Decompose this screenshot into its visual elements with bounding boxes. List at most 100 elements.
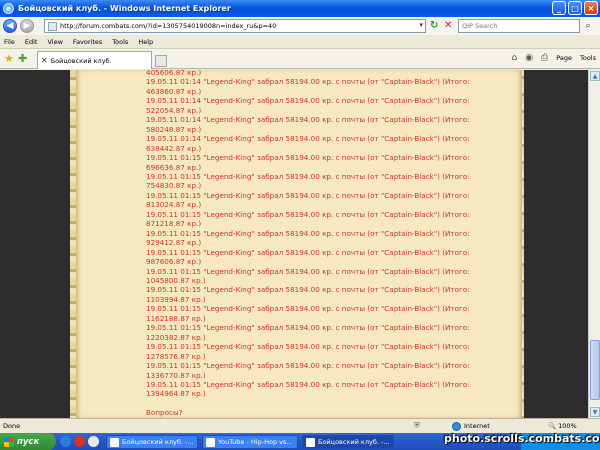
log-line: 19.05.11 01:15 "Legend-King" забрал 5819… (146, 361, 470, 371)
log-line: 19.05.11 01:15 "Legend-King" забрал 5819… (146, 247, 470, 257)
log-line: 871218.87 кр.) (146, 219, 202, 229)
address-field[interactable]: http://forum.combats.com/?id=13057540190… (44, 19, 426, 33)
maximize-icon[interactable]: □ (568, 1, 582, 15)
right-margin (524, 70, 588, 418)
log-line: 19.05.11 01:15 "Legend-King" забрал 5819… (146, 153, 470, 163)
taskbar-item-active[interactable]: Бойцовский клуб. -... (302, 435, 394, 449)
windows-logo-icon (4, 436, 14, 447)
back-arrow-icon[interactable]: ◀ (3, 19, 17, 33)
log-line: 1045800.87 кр.) (146, 275, 206, 285)
window-icon (306, 437, 315, 447)
page-menu-button[interactable]: Page (556, 54, 572, 62)
menu-bar: File Edit View Favorites Tools Help (0, 35, 600, 49)
chevron-down-icon[interactable]: ▾ (419, 21, 423, 29)
window-title: Бойцовский клуб. - Windows Internet Expl… (18, 4, 231, 13)
tab-active[interactable]: ✕ Бойцовский клуб. (37, 51, 167, 69)
vertical-scrollbar[interactable]: ▲ ▼ (588, 70, 600, 418)
log-line: 638442.87 кр.) (146, 143, 202, 153)
zoom-level: 100% (558, 422, 577, 430)
status-text: Done (3, 422, 21, 430)
log-line: 19.05.11 01:15 "Legend-King" забрал 5819… (146, 285, 470, 295)
quick-launch (60, 436, 99, 447)
tab-label: Бойцовский клуб. (50, 56, 112, 65)
feeds-icon[interactable]: ◉ (525, 53, 533, 63)
window-icon (110, 437, 119, 447)
add-favorite-icon[interactable]: ✚ (18, 52, 27, 65)
taskbar-item[interactable]: Бойцовский клуб. -... (106, 435, 198, 449)
log-line: 987606.87 кр.) (146, 257, 202, 267)
log-line: 754830.87 кр.) (146, 181, 202, 191)
start-label: пуск (17, 436, 40, 447)
log-line: 19.05.11 01:14 "Legend-King" забрал 5819… (146, 96, 470, 106)
menu-file[interactable]: File (4, 38, 15, 46)
tab-favicon-icon: ✕ (41, 56, 48, 65)
log-line: 1278576.87 кр.) (146, 351, 206, 361)
close-icon[interactable]: × (584, 1, 598, 15)
taskbar-item-label: YouTube - Hip-Hop vs... (218, 438, 293, 446)
parchment-panel: 405606.87 кр.) 19.05.11 01:14 "Legend-Kin… (70, 70, 528, 418)
page-viewport: 405606.87 кр.) 19.05.11 01:14 "Legend-Kin… (0, 70, 588, 418)
search-box[interactable] (458, 19, 580, 33)
tab-bar: ★ ✚ ✕ Бойцовский клуб. ⌂ ◉ ⎙ Page Tools (0, 49, 600, 69)
log-line: 1220382.87 кр.) (146, 332, 206, 342)
search-input[interactable] (462, 22, 562, 30)
star-icon[interactable]: ★ (4, 52, 14, 65)
left-margin (0, 70, 70, 418)
log-line: 19.05.11 01:15 "Legend-King" забрал 5819… (146, 209, 470, 219)
search-icon[interactable]: ⌕ (582, 20, 594, 32)
new-tab-button[interactable] (155, 55, 167, 67)
log-line: 929412.87 кр.) (146, 238, 202, 248)
log-line: 580248.87 кр.) (146, 124, 202, 134)
menu-favorites[interactable]: Favorites (73, 38, 102, 46)
desktop-quicklaunch-icon[interactable] (88, 436, 99, 447)
globe-icon (452, 421, 461, 431)
address-toolbar: ◀ ▶ http://forum.combats.com/?id=1305754… (0, 17, 600, 35)
menu-tools[interactable]: Tools (112, 38, 128, 46)
log-line: 19.05.11 01:15 "Legend-King" забрал 5819… (146, 190, 470, 200)
log-line: 1103994.87 кр.) (146, 294, 206, 304)
forward-arrow-icon[interactable]: ▶ (20, 19, 34, 33)
log-line: 19.05.11 01:15 "Legend-King" забрал 5819… (146, 323, 470, 333)
start-button[interactable]: пуск (0, 433, 56, 450)
scroll-up-icon[interactable]: ▲ (590, 71, 600, 81)
zoom-control[interactable]: 🔍 100% (548, 422, 577, 430)
log-line: 813024.87 кр.) (146, 200, 202, 210)
menu-help[interactable]: Help (138, 38, 153, 46)
log-line: 1394964.87 кр.) (146, 389, 206, 399)
refresh-icon[interactable]: ↻ (430, 20, 442, 32)
ie-icon: e (3, 3, 14, 14)
log-line: 696636.87 кр.) (146, 162, 202, 172)
scroll-thumb[interactable] (590, 340, 600, 400)
watermark: photo.scrolls.combats.com (444, 432, 600, 445)
stop-icon[interactable]: ✕ (444, 20, 456, 32)
menu-edit[interactable]: Edit (25, 38, 38, 46)
page-icon (48, 21, 57, 31)
zone-indicator: Internet (452, 421, 490, 431)
log-line: 19.05.11 01:14 "Legend-King" забрал 5819… (146, 134, 470, 144)
home-icon[interactable]: ⌂ (511, 53, 517, 63)
mail-log: 405606.87 кр.) 19.05.11 01:14 "Legend-Kin… (146, 70, 506, 418)
menu-view[interactable]: View (47, 38, 62, 46)
log-line: 19.05.11 01:15 "Legend-King" забрал 5819… (146, 342, 470, 352)
status-bar: Done ⛨ Internet 🔍 100% (0, 418, 600, 433)
taskbar-item-label: Бойцовский клуб. -... (318, 438, 390, 446)
log-line: 19.05.11 01:15 "Legend-King" забрал 5819… (146, 379, 470, 389)
scroll-down-icon[interactable]: ▼ (590, 407, 600, 417)
zone-label: Internet (464, 422, 490, 430)
opera-quicklaunch-icon[interactable] (74, 436, 85, 447)
log-line: 522054.87 кр.) (146, 105, 202, 115)
taskbar-item[interactable]: YouTube - Hip-Hop vs... (202, 435, 298, 449)
command-bar: ⌂ ◉ ⎙ Page Tools (511, 53, 596, 63)
log-line: 463860.87 кр.) (146, 86, 202, 96)
minimize-icon[interactable]: _ (552, 1, 566, 15)
print-icon[interactable]: ⎙ (541, 53, 548, 63)
security-icon: ⛨ (414, 421, 420, 430)
window-icon (206, 437, 215, 447)
taskbar-item-label: Бойцовский клуб. -... (122, 438, 194, 446)
ie-quicklaunch-icon[interactable] (60, 436, 71, 447)
tools-menu-button[interactable]: Tools (580, 54, 596, 62)
address-url: http://forum.combats.com/?id=13057540190… (60, 22, 277, 30)
log-line: 1336770.87 кр.) (146, 370, 206, 380)
question-text: Вопросы? (146, 408, 183, 418)
